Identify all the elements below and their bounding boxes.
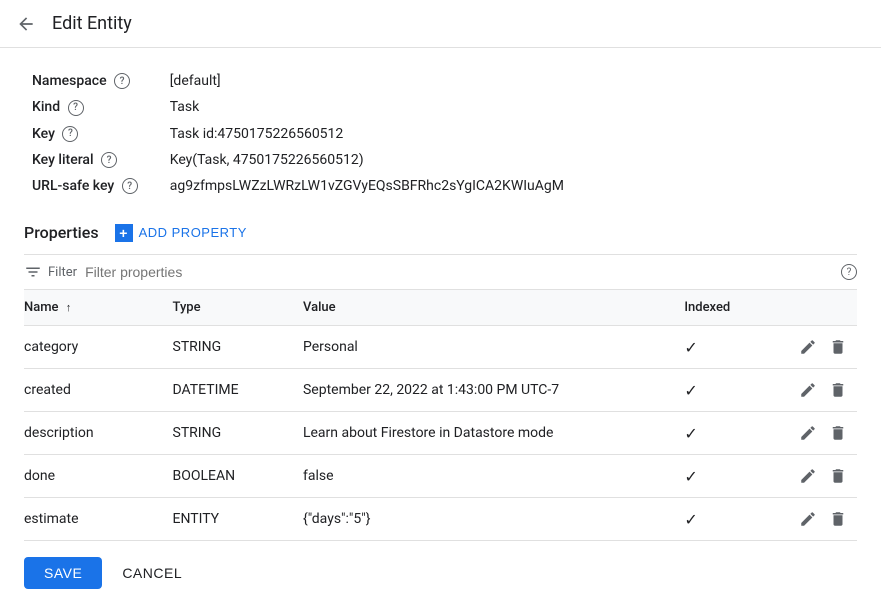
prop-value: Learn about Firestore in Datastore mode bbox=[295, 412, 676, 455]
prop-type: STRING bbox=[165, 326, 295, 369]
prop-value: {"days":"5"} bbox=[295, 498, 676, 541]
filter-bar: Filter ? bbox=[24, 254, 857, 290]
filter-label: Filter bbox=[48, 265, 77, 280]
filter-icon-area: Filter bbox=[24, 263, 77, 281]
entity-info-row: Kind ? Task bbox=[24, 94, 572, 120]
prop-indexed: ✓ bbox=[676, 412, 776, 455]
prop-indexed: ✓ bbox=[676, 498, 776, 541]
prop-type: DATETIME bbox=[165, 369, 295, 412]
prop-type: BOOLEAN bbox=[165, 455, 295, 498]
entity-field-label: Key literal ? bbox=[24, 147, 162, 173]
delete-property-button[interactable] bbox=[827, 336, 849, 358]
entity-info-row: Namespace ? [default] bbox=[24, 68, 572, 94]
prop-actions bbox=[777, 369, 857, 412]
check-icon: ✓ bbox=[684, 381, 697, 400]
table-row: created DATETIME September 22, 2022 at 1… bbox=[24, 369, 857, 412]
sort-arrow-icon: ↑ bbox=[66, 301, 72, 314]
prop-actions bbox=[777, 412, 857, 455]
table-row: estimate ENTITY {"days":"5"} ✓ bbox=[24, 498, 857, 541]
entity-field-value: Key(Task, 4750175226560512) bbox=[162, 147, 572, 173]
help-icon[interactable]: ? bbox=[62, 126, 78, 142]
col-header-type: Type bbox=[165, 290, 295, 326]
properties-title: Properties bbox=[24, 223, 99, 242]
page-title: Edit Entity bbox=[52, 13, 132, 34]
filter-help-icon[interactable]: ? bbox=[841, 264, 857, 280]
delete-property-button[interactable] bbox=[827, 508, 849, 530]
entity-info: Namespace ? [default] Kind ? Task Key ? … bbox=[0, 48, 881, 215]
help-icon[interactable]: ? bbox=[114, 73, 130, 89]
back-icon[interactable] bbox=[16, 14, 36, 34]
table-row: done BOOLEAN false ✓ bbox=[24, 455, 857, 498]
entity-info-row: Key literal ? Key(Task, 4750175226560512… bbox=[24, 147, 572, 173]
prop-name: description bbox=[24, 412, 165, 455]
col-header-name: Name ↑ bbox=[24, 290, 165, 326]
table-row: description STRING Learn about Firestore… bbox=[24, 412, 857, 455]
col-header-indexed: Indexed bbox=[676, 290, 776, 326]
check-icon: ✓ bbox=[684, 510, 697, 529]
prop-actions bbox=[777, 326, 857, 369]
prop-name: estimate bbox=[24, 498, 165, 541]
entity-field-label: Namespace ? bbox=[24, 68, 162, 94]
entity-field-value: [default] bbox=[162, 68, 572, 94]
entity-info-row: Key ? Task id:4750175226560512 bbox=[24, 121, 572, 147]
entity-info-table: Namespace ? [default] Kind ? Task Key ? … bbox=[24, 68, 572, 199]
prop-type: STRING bbox=[165, 412, 295, 455]
help-icon[interactable]: ? bbox=[122, 178, 138, 194]
properties-table: Name ↑ Type Value Indexed category STRIN… bbox=[24, 290, 857, 541]
table-header: Name ↑ Type Value Indexed bbox=[24, 290, 857, 326]
prop-value: false bbox=[295, 455, 676, 498]
prop-indexed: ✓ bbox=[676, 326, 776, 369]
footer: SAVE CANCEL bbox=[0, 541, 881, 605]
delete-property-button[interactable] bbox=[827, 465, 849, 487]
col-header-value: Value bbox=[295, 290, 676, 326]
delete-property-button[interactable] bbox=[827, 379, 849, 401]
delete-property-button[interactable] bbox=[827, 422, 849, 444]
check-icon: ✓ bbox=[684, 467, 697, 486]
entity-field-value: ag9zfmpsLWZzLWRzLW1vZGVyEQsSBFRhc2sYgICA… bbox=[162, 173, 572, 199]
properties-table-body: category STRING Personal ✓ created bbox=[24, 326, 857, 541]
edit-property-button[interactable] bbox=[797, 379, 819, 401]
check-icon: ✓ bbox=[684, 338, 697, 357]
properties-header: Properties + ADD PROPERTY bbox=[24, 223, 857, 242]
prop-value: Personal bbox=[295, 326, 676, 369]
edit-property-button[interactable] bbox=[797, 508, 819, 530]
entity-info-row: URL-safe key ? ag9zfmpsLWZzLWRzLW1vZGVyE… bbox=[24, 173, 572, 199]
entity-field-label: URL-safe key ? bbox=[24, 173, 162, 199]
prop-indexed: ✓ bbox=[676, 369, 776, 412]
entity-field-label: Key ? bbox=[24, 121, 162, 147]
filter-input[interactable] bbox=[85, 264, 841, 280]
prop-type: ENTITY bbox=[165, 498, 295, 541]
help-icon[interactable]: ? bbox=[68, 100, 84, 116]
prop-name: done bbox=[24, 455, 165, 498]
properties-section: Properties + ADD PROPERTY Filter ? Name … bbox=[0, 215, 881, 541]
table-row: category STRING Personal ✓ bbox=[24, 326, 857, 369]
prop-value: September 22, 2022 at 1:43:00 PM UTC-7 bbox=[295, 369, 676, 412]
add-property-label: ADD PROPERTY bbox=[139, 225, 247, 240]
save-button[interactable]: SAVE bbox=[24, 557, 102, 589]
prop-name: category bbox=[24, 326, 165, 369]
add-property-button[interactable]: + ADD PROPERTY bbox=[115, 224, 247, 242]
entity-field-label: Kind ? bbox=[24, 94, 162, 120]
cancel-button[interactable]: CANCEL bbox=[118, 557, 186, 589]
header: Edit Entity bbox=[0, 0, 881, 48]
help-icon[interactable]: ? bbox=[101, 152, 117, 168]
prop-indexed: ✓ bbox=[676, 455, 776, 498]
prop-actions bbox=[777, 498, 857, 541]
edit-property-button[interactable] bbox=[797, 336, 819, 358]
entity-field-value: Task id:4750175226560512 bbox=[162, 121, 572, 147]
entity-field-value: Task bbox=[162, 94, 572, 120]
prop-name: created bbox=[24, 369, 165, 412]
prop-actions bbox=[777, 455, 857, 498]
check-icon: ✓ bbox=[684, 424, 697, 443]
add-icon: + bbox=[115, 224, 133, 242]
edit-property-button[interactable] bbox=[797, 422, 819, 444]
col-header-actions bbox=[777, 290, 857, 326]
edit-property-button[interactable] bbox=[797, 465, 819, 487]
